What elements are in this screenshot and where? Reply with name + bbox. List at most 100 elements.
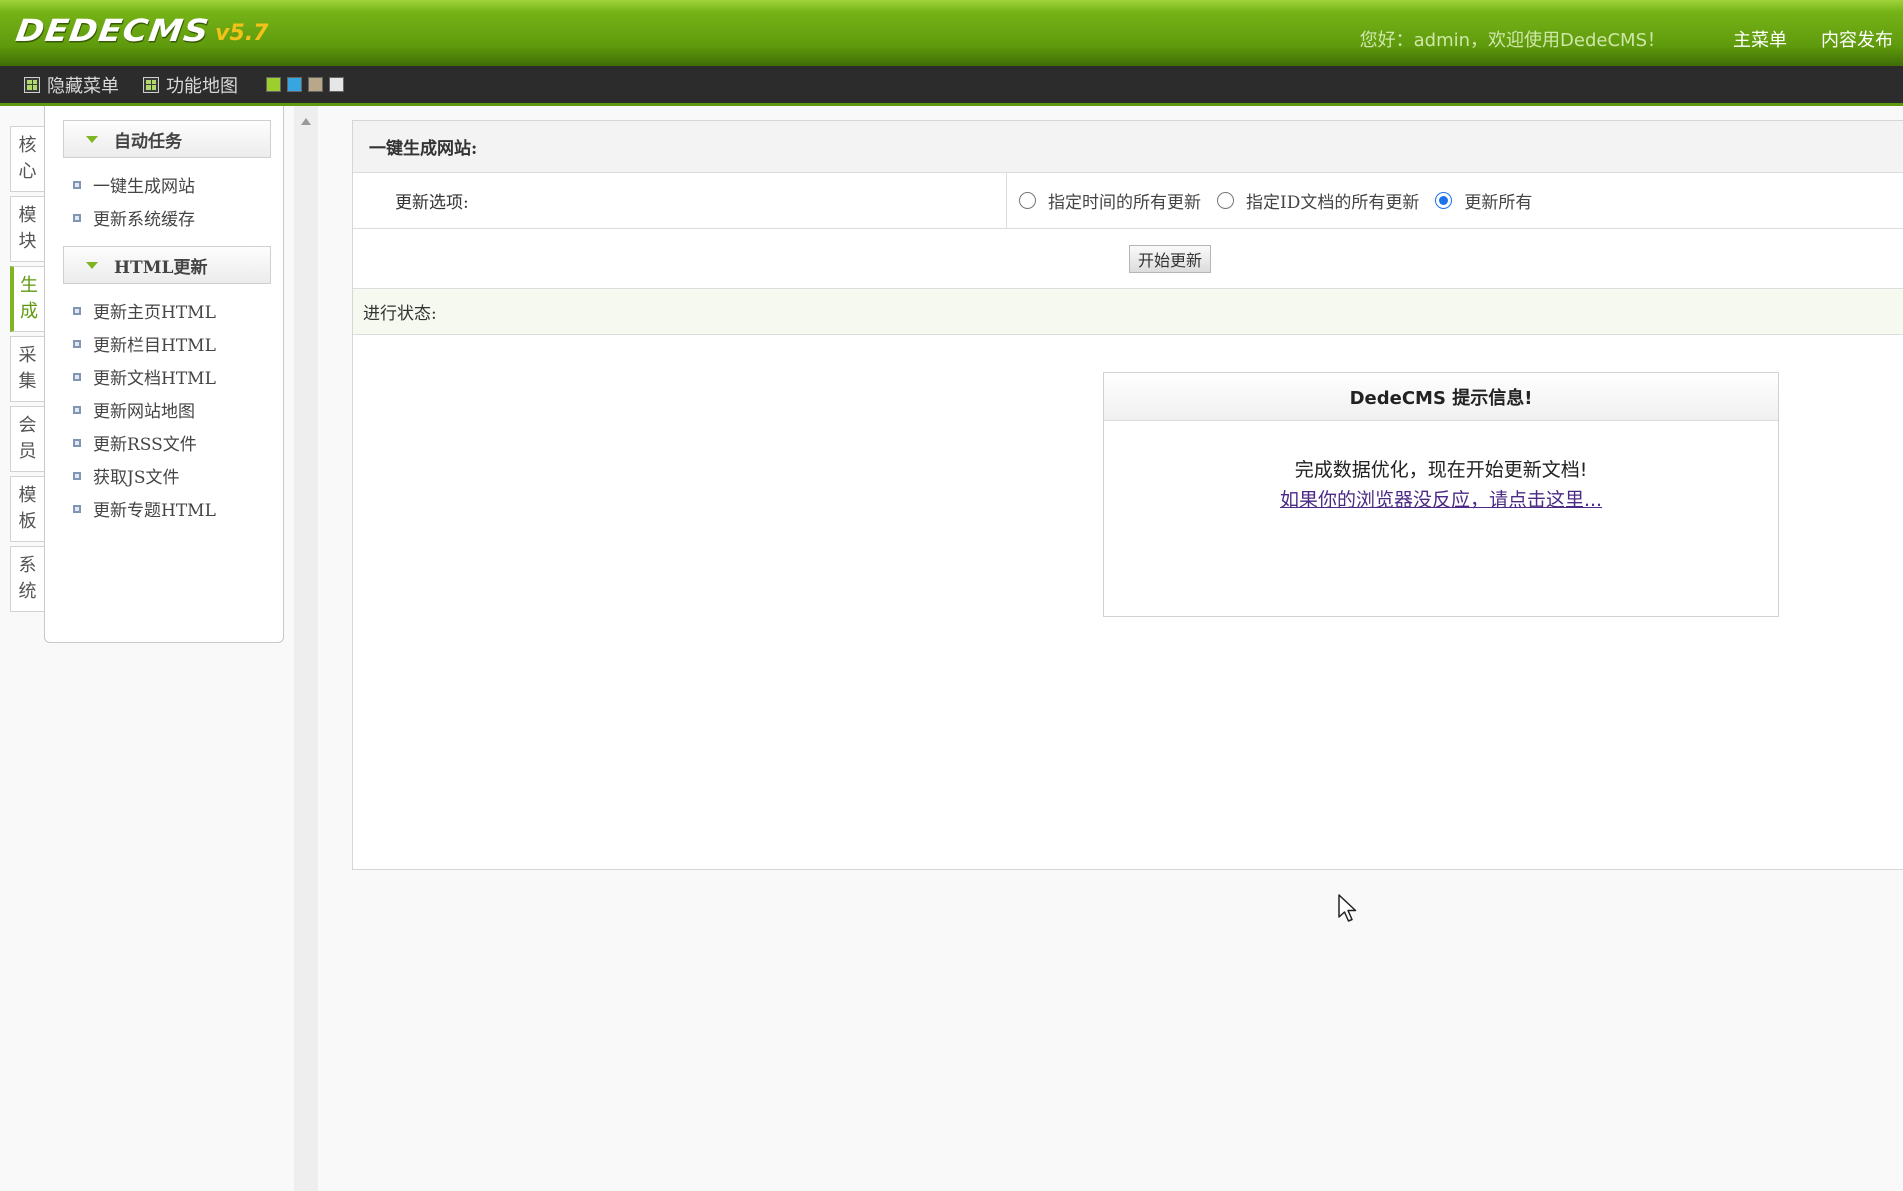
bullet-icon: [73, 339, 81, 348]
radio-button[interactable]: [1019, 192, 1036, 209]
tab-core[interactable]: 核心: [10, 126, 44, 192]
dedecms-logo[interactable]: DEDECMS v5.7: [13, 13, 268, 49]
menu-item-update-article-html[interactable]: 更新文档HTML: [73, 360, 283, 393]
content-publish-link[interactable]: 内容发布: [1821, 26, 1893, 52]
update-options-row: 更新选项: 指定时间的所有更新 指定ID文档的所有更新 更新所有: [353, 173, 1903, 229]
skin-swatch-green[interactable]: [266, 77, 281, 92]
redirect-link[interactable]: 如果你的浏览器没反应，请点击这里...: [1280, 485, 1602, 515]
menu-item-update-cache[interactable]: 更新系统缓存: [73, 201, 283, 234]
menu-item-label: 更新专题HTML: [93, 501, 216, 521]
main-panel: 一键生成网站: 更新选项: 指定时间的所有更新 指定ID文档的所有更新 更新所有…: [352, 120, 1903, 870]
tab-collect[interactable]: 采集: [10, 336, 44, 402]
menu-item-update-sitemap[interactable]: 更新网站地图: [73, 393, 283, 426]
tab-members-char1: 会: [18, 415, 37, 436]
collapse-triangle-icon: [86, 261, 98, 269]
menu-item-label: 更新主页HTML: [93, 303, 216, 323]
hide-menu-button[interactable]: 隐藏菜单: [24, 72, 119, 98]
group-html-update[interactable]: HTML更新: [63, 246, 271, 284]
menu-item-label: 更新RSS文件: [93, 435, 197, 455]
bullet-icon: [73, 471, 81, 480]
menu-item-label: 获取JS文件: [93, 468, 180, 488]
tab-members-char2: 员: [18, 441, 37, 462]
tab-templates-char2: 板: [18, 511, 37, 532]
bullet-icon: [73, 306, 81, 315]
message-box: DedeCMS 提示信息! 完成数据优化，现在开始更新文档! 如果你的浏览器没反…: [1103, 372, 1779, 617]
radio-update-all[interactable]: 更新所有: [1435, 188, 1532, 213]
main-menu-link[interactable]: 主菜单: [1733, 26, 1787, 52]
group-auto-tasks-label: 自动任务: [114, 131, 182, 152]
tab-core-char2: 心: [18, 161, 37, 182]
bullet-icon: [73, 372, 81, 381]
message-text: 完成数据优化，现在开始更新文档!: [1294, 459, 1588, 481]
skin-swatch-gray[interactable]: [329, 77, 344, 92]
tab-templates-char1: 模: [18, 485, 37, 506]
grid-icon: [143, 76, 159, 93]
menu-item-label: 更新系统缓存: [93, 210, 195, 230]
tab-modules[interactable]: 模块: [10, 196, 44, 262]
tab-generate[interactable]: 生成: [10, 266, 44, 332]
menu-icon: [24, 76, 40, 93]
scroll-up-arrow-icon[interactable]: [301, 118, 311, 125]
tab-generate-char1: 生: [20, 275, 38, 296]
update-options-radios: 指定时间的所有更新 指定ID文档的所有更新 更新所有: [1007, 173, 1548, 228]
group-auto-tasks[interactable]: 自动任务: [63, 120, 271, 158]
tab-system[interactable]: 系统: [10, 546, 44, 612]
menu-item-update-rss[interactable]: 更新RSS文件: [73, 426, 283, 459]
function-map-button[interactable]: 功能地图: [143, 72, 238, 98]
toolbar: 隐藏菜单 功能地图: [0, 66, 1903, 106]
tab-modules-char2: 块: [18, 231, 37, 252]
menu-item-one-click-generate[interactable]: 一键生成网站: [73, 168, 283, 201]
radio-button[interactable]: [1217, 192, 1234, 209]
html-update-list: 更新主页HTML 更新栏目HTML 更新文档HTML 更新网站地图 更新RSS文…: [45, 284, 283, 537]
tab-modules-char1: 模: [18, 205, 37, 226]
function-map-label: 功能地图: [166, 75, 238, 97]
menu-item-update-home-html[interactable]: 更新主页HTML: [73, 294, 283, 327]
welcome-text: 您好：admin，欢迎使用DedeCMS！: [1359, 30, 1665, 51]
radio-label: 指定ID文档的所有更新: [1246, 193, 1420, 213]
tab-generate-char2: 成: [20, 301, 38, 322]
skin-swatches: [266, 77, 350, 92]
message-title: DedeCMS 提示信息!: [1104, 373, 1778, 421]
header-right: 您好：admin，欢迎使用DedeCMS！ 主菜单 内容发布: [1360, 26, 1893, 52]
radio-label: 指定时间的所有更新: [1048, 193, 1201, 213]
tab-members[interactable]: 会员: [10, 406, 44, 472]
bullet-icon: [73, 438, 81, 447]
logo-text: DEDECMS: [13, 13, 212, 49]
menu-item-update-column-html[interactable]: 更新栏目HTML: [73, 327, 283, 360]
skin-swatch-blue[interactable]: [287, 77, 302, 92]
collapse-triangle-icon: [86, 135, 98, 143]
tab-core-char1: 核: [18, 135, 37, 156]
vertical-tabs: 核心 模块 生成 采集 会员 模板 系统: [10, 126, 44, 616]
bullet-icon: [73, 405, 81, 414]
radio-button-selected[interactable]: [1435, 192, 1453, 209]
hide-menu-label: 隐藏菜单: [47, 75, 119, 97]
auto-tasks-list: 一键生成网站 更新系统缓存: [45, 158, 283, 246]
tab-system-char1: 系: [18, 555, 37, 576]
menu-item-label: 更新文档HTML: [93, 369, 216, 389]
menu-item-get-js[interactable]: 获取JS文件: [73, 459, 283, 492]
bullet-icon: [73, 213, 81, 222]
group-html-update-label: HTML更新: [114, 257, 208, 278]
message-body: 完成数据优化，现在开始更新文档! 如果你的浏览器没反应，请点击这里...: [1104, 421, 1778, 515]
tab-system-char2: 统: [18, 581, 37, 602]
button-row: 开始更新: [353, 229, 1903, 289]
tab-collect-char1: 采: [18, 345, 37, 366]
top-header: DEDECMS v5.7 您好：admin，欢迎使用DedeCMS！ 主菜单 内…: [0, 0, 1903, 66]
menu-item-label: 一键生成网站: [93, 177, 195, 197]
progress-status-label: 进行状态:: [363, 304, 437, 324]
bullet-icon: [73, 504, 81, 513]
radio-time-updates[interactable]: 指定时间的所有更新: [1019, 188, 1201, 213]
page-title: 一键生成网站:: [353, 121, 1903, 173]
skin-swatch-tan[interactable]: [308, 77, 323, 92]
tab-collect-char2: 集: [18, 371, 37, 392]
tab-templates[interactable]: 模板: [10, 476, 44, 542]
sidebar-menu: 自动任务 一键生成网站 更新系统缓存 HTML更新 更新主页HTML 更新栏目H…: [44, 106, 284, 643]
mouse-cursor-icon: [1338, 894, 1357, 922]
radio-id-updates[interactable]: 指定ID文档的所有更新: [1217, 188, 1419, 213]
start-update-button[interactable]: 开始更新: [1128, 244, 1211, 273]
menu-item-label: 更新栏目HTML: [93, 336, 216, 356]
bullet-icon: [73, 180, 81, 189]
update-options-label: 更新选项:: [353, 173, 1007, 228]
menu-item-update-topic-html[interactable]: 更新专题HTML: [73, 492, 283, 525]
sidebar-scrollbar[interactable]: [294, 106, 318, 1191]
